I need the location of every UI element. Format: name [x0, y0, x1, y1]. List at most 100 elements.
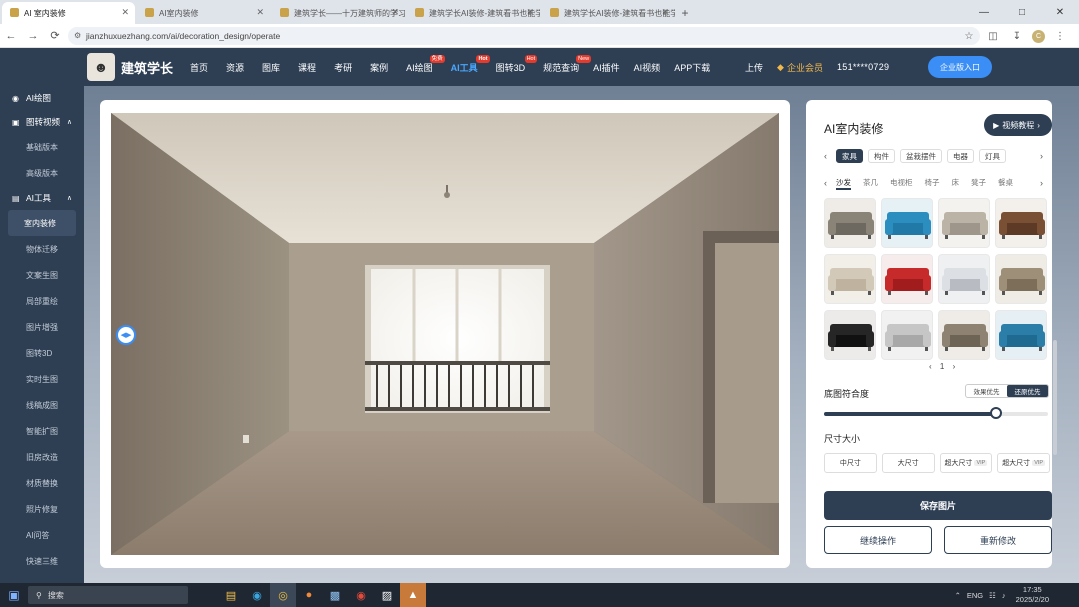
chevron-left-icon[interactable]: ‹ [824, 151, 836, 161]
sidebar-item[interactable]: 物体迁移 [0, 236, 84, 262]
pinned-app-icon[interactable]: ▲ [400, 583, 426, 607]
size-option[interactable]: 大尺寸 [881, 453, 935, 473]
tab-close-icon[interactable]: ✕ [256, 7, 264, 18]
network-icon[interactable]: ☷ [989, 591, 996, 600]
nav-item[interactable]: 案例 [370, 48, 388, 86]
back-icon[interactable]: ← [0, 25, 22, 47]
nav-item[interactable]: AI视频 [634, 48, 661, 86]
minimize-icon[interactable]: — [965, 0, 1003, 24]
size-option[interactable]: 超大尺寸 VIP [939, 453, 993, 473]
sofa-thumbnail[interactable] [824, 310, 876, 360]
download-icon[interactable]: ↧ [1008, 27, 1026, 45]
new-tab-button[interactable]: + [675, 2, 695, 24]
red-app-icon[interactable]: ◉ [348, 583, 374, 607]
upload-link[interactable]: 上传 [745, 61, 763, 74]
maximize-icon[interactable]: □ [1003, 0, 1041, 24]
subcategory-tab[interactable]: 凳子 [971, 177, 986, 190]
user-phone[interactable]: 151****0729 [837, 62, 889, 72]
file-explorer-icon[interactable]: ▤ [218, 583, 244, 607]
sidebar-item[interactable]: 线稿成图 [0, 392, 84, 418]
nav-item[interactable]: AI绘图 免费 [406, 48, 445, 86]
tray-expand-icon[interactable]: ⌃ [955, 591, 961, 600]
category-tab[interactable]: 灯具 [979, 149, 1006, 163]
bookmark-star-icon[interactable]: ☆ [960, 27, 978, 45]
blend-mode-option[interactable]: 还原优先 [1007, 385, 1048, 397]
sidebar-item[interactable]: AI问答 [0, 522, 84, 548]
sofa-thumbnail[interactable] [995, 310, 1047, 360]
chevron-up-icon[interactable]: ∧ [67, 118, 72, 126]
sofa-thumbnail[interactable] [938, 254, 990, 304]
sidebar-item[interactable]: 室内装修 [8, 210, 76, 236]
site-logo[interactable]: ☻ 建筑学长 [87, 53, 173, 81]
browser-tab[interactable]: 建筑学长——十万建筑师的学习… ✕ [272, 2, 405, 24]
extensions-icon[interactable]: ◫ [984, 27, 1002, 45]
vip-link[interactable]: ◆ 企业会员 [777, 61, 823, 74]
sidebar-item[interactable]: 材质替换 [0, 470, 84, 496]
sidebar-item[interactable]: 基础版本 [0, 134, 84, 160]
subcategory-tab[interactable]: 餐桌 [998, 177, 1013, 190]
sidebar-section-0[interactable]: ◉ AI绘图 [0, 86, 84, 110]
browser-tab[interactable]: AI 室内装修 ✕ [2, 2, 135, 24]
nav-item[interactable]: 考研 [334, 48, 352, 86]
sidebar-item[interactable]: 文案生图 [0, 262, 84, 288]
tab-close-icon[interactable]: ✕ [661, 7, 669, 18]
compare-slider-handle[interactable]: ◀▶ [116, 325, 136, 345]
windows-start-icon[interactable]: ▣ [0, 583, 28, 607]
sidebar-item[interactable]: 高级版本 [0, 160, 84, 186]
sofa-thumbnail[interactable] [881, 254, 933, 304]
continue-edit-button[interactable]: 继续操作 [824, 526, 932, 554]
sidebar-item[interactable]: 照片修复 [0, 496, 84, 522]
sofa-thumbnail[interactable] [995, 198, 1047, 248]
site-info-icon[interactable]: ⚙ [74, 31, 81, 40]
nav-item[interactable]: AI工具 Hot [451, 48, 490, 86]
sofa-thumbnail[interactable] [824, 198, 876, 248]
nav-item[interactable]: 图库 [262, 48, 280, 86]
subcategory-tab[interactable]: 电视柜 [890, 177, 913, 190]
sidebar-item[interactable]: 实时生图 [0, 366, 84, 392]
url-input[interactable]: ⚙ jianzhuxuezhang.com/ai/decoration_desi… [68, 27, 980, 45]
sofa-thumbnail[interactable] [881, 310, 933, 360]
sidebar-section-1[interactable]: ▣ 图转视频 ∧ [0, 110, 84, 134]
chrome-icon[interactable]: ◎ [270, 583, 296, 607]
chevron-right-icon[interactable]: › [1040, 178, 1052, 188]
tab-close-icon[interactable]: ✕ [526, 7, 534, 18]
notes-app-icon[interactable]: ▩ [322, 583, 348, 607]
next-page-icon[interactable]: › [953, 362, 956, 371]
tab-close-icon[interactable]: ✕ [391, 7, 399, 18]
volume-icon[interactable]: ♪ [1002, 591, 1006, 600]
enterprise-entry-button[interactable]: 企业版入口 [928, 56, 992, 78]
video-tutorial-button[interactable]: ▶ 视频教程 › [984, 114, 1052, 136]
edge-icon[interactable]: ◉ [244, 583, 270, 607]
input-lang[interactable]: ENG [967, 591, 983, 600]
save-image-button[interactable]: 保存图片 [824, 491, 1052, 520]
nav-item[interactable]: 规范查询 New [543, 48, 592, 86]
close-icon[interactable]: ✕ [1041, 0, 1079, 24]
category-tab[interactable]: 构件 [868, 149, 895, 163]
room-photo[interactable] [111, 113, 779, 555]
sidebar-item[interactable]: 图转3D [0, 340, 84, 366]
blend-slider-knob[interactable] [990, 407, 1003, 419]
browser-tab[interactable]: 建筑学长AI装修-建筑看书也能学… ✕ [407, 2, 540, 24]
nav-item[interactable]: 首页 [190, 48, 208, 86]
browser-tab[interactable]: AI室内装修 ✕ [137, 2, 270, 24]
firefox-icon[interactable]: ● [296, 583, 322, 607]
sidebar-item[interactable]: 旧房改造 [0, 444, 84, 470]
nav-item[interactable]: 图转3D Hot [496, 48, 538, 86]
tab-close-icon[interactable]: ✕ [121, 7, 129, 18]
nav-item[interactable]: APP下载 [674, 48, 710, 86]
category-tab[interactable]: 家具 [836, 149, 863, 163]
category-tab[interactable]: 电器 [947, 149, 974, 163]
sofa-thumbnail[interactable] [938, 198, 990, 248]
forward-icon[interactable]: → [22, 25, 44, 47]
taskbar-search[interactable]: ⚲ 搜索 [28, 586, 188, 604]
nav-item[interactable]: 资源 [226, 48, 244, 86]
size-option[interactable]: 超大尺寸 VIP [997, 453, 1050, 473]
sidebar-section-2[interactable]: ▤ AI工具 ∧ [0, 186, 84, 210]
prev-page-icon[interactable]: ‹ [929, 362, 932, 371]
sofa-thumbnail[interactable] [824, 254, 876, 304]
chevron-right-icon[interactable]: › [1040, 151, 1052, 161]
panel-scrollbar[interactable] [1053, 340, 1057, 455]
subcategory-tab[interactable]: 茶几 [863, 177, 878, 190]
profile-avatar[interactable]: C [1032, 29, 1045, 43]
subcategory-tab[interactable]: 沙发 [836, 177, 851, 190]
